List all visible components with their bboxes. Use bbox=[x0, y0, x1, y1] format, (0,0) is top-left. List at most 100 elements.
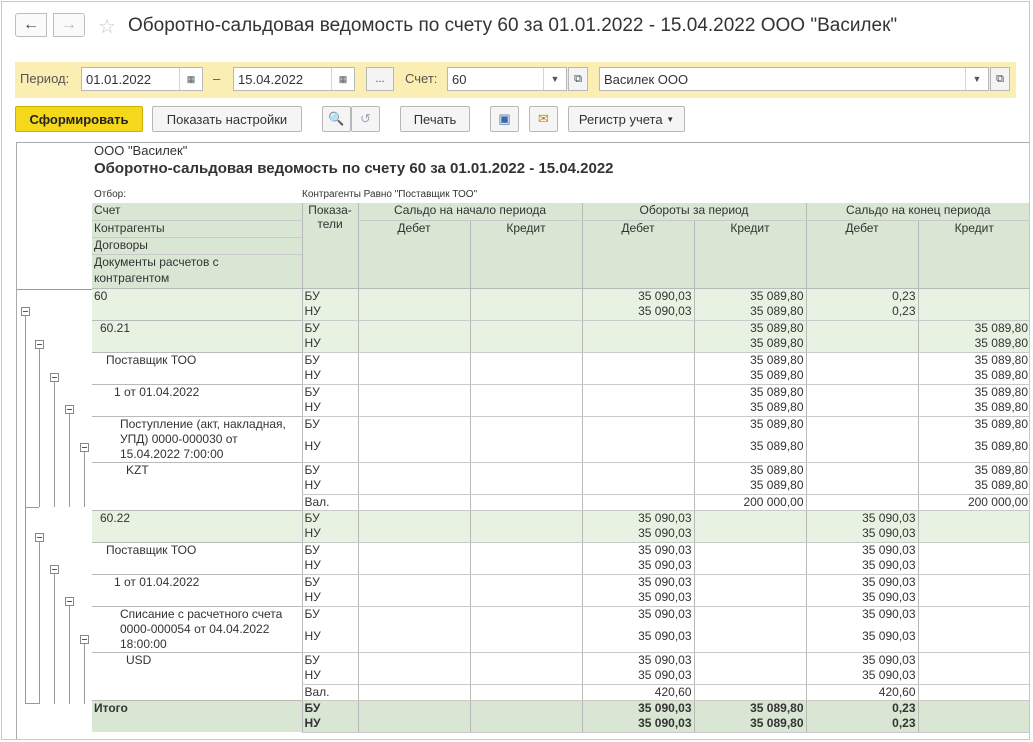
value-cell: 35 090,03 bbox=[581, 605, 694, 629]
collapse-group-icon[interactable] bbox=[50, 565, 59, 574]
indicator-cell: НУ bbox=[301, 716, 358, 733]
indicator-cell: НУ bbox=[301, 400, 358, 417]
value-cell bbox=[469, 319, 582, 336]
generate-button[interactable]: Сформировать bbox=[15, 106, 143, 132]
value-cell bbox=[357, 629, 470, 653]
indicator-cell: БУ bbox=[301, 699, 358, 716]
search-icon[interactable]: 🔍 bbox=[322, 106, 351, 132]
value-cell: 35 089,80 bbox=[917, 478, 1029, 495]
account-field[interactable]: 60 ▼ bbox=[447, 67, 567, 91]
value-cell bbox=[581, 383, 694, 400]
collapse-group-icon[interactable] bbox=[21, 307, 30, 316]
open-account-icon[interactable]: ⧉ bbox=[568, 67, 588, 91]
indicator-cell: НУ bbox=[301, 368, 358, 385]
row-name: 60 bbox=[92, 287, 302, 320]
tree-line bbox=[17, 289, 92, 290]
value-cell: 35 089,80 bbox=[693, 461, 806, 478]
organization-field[interactable]: Василек ООО ▼ bbox=[599, 67, 989, 91]
show-settings-button[interactable]: Показать настройки bbox=[152, 106, 302, 132]
value-cell bbox=[357, 400, 470, 417]
value-cell bbox=[581, 319, 694, 336]
collapse-group-icon[interactable] bbox=[80, 635, 89, 644]
value-cell: 200 000,00 bbox=[917, 494, 1029, 511]
open-organization-icon[interactable]: ⧉ bbox=[990, 67, 1010, 91]
value-cell: 35 090,03 bbox=[581, 699, 694, 716]
collapse-group-icon[interactable] bbox=[50, 373, 59, 382]
header-account: Счет bbox=[92, 203, 302, 221]
report-spreadsheet[interactable]: ООО "Василек" Оборотно-сальдовая ведомост… bbox=[16, 142, 1029, 739]
header-contracts: Договоры bbox=[92, 237, 302, 255]
value-cell: 35 089,80 bbox=[693, 439, 806, 463]
value-cell bbox=[805, 368, 918, 385]
collapse-group-icon[interactable] bbox=[65, 597, 74, 606]
print-button[interactable]: Печать bbox=[400, 106, 470, 132]
date-from-field[interactable]: 01.01.2022 ▦ bbox=[81, 67, 203, 91]
indicator-cell: БУ bbox=[301, 651, 358, 668]
value-cell bbox=[469, 461, 582, 478]
value-cell bbox=[805, 351, 918, 368]
filter-value: Контрагенты Равно "Поставщик ТОО" bbox=[302, 188, 478, 200]
value-cell: 35 089,80 bbox=[693, 319, 806, 336]
value-cell: 0,23 bbox=[805, 699, 918, 716]
value-cell bbox=[469, 368, 582, 385]
value-cell bbox=[469, 629, 582, 653]
value-cell: 35 090,03 bbox=[581, 526, 694, 543]
value-cell bbox=[469, 304, 582, 321]
calendar-icon[interactable]: ▦ bbox=[179, 68, 202, 90]
value-cell bbox=[805, 319, 918, 336]
tree-line bbox=[39, 349, 40, 507]
value-cell: 200 000,00 bbox=[693, 494, 806, 511]
indicator-cell: БУ bbox=[301, 461, 358, 478]
period-label: Период: bbox=[20, 71, 70, 86]
favorite-star-icon[interactable]: ☆ bbox=[98, 14, 116, 39]
chevron-down-icon[interactable]: ▼ bbox=[543, 68, 566, 90]
indicator-cell: НУ bbox=[301, 668, 358, 685]
search-clear-icon[interactable]: ↺ bbox=[351, 106, 380, 132]
value-cell: 35 090,03 bbox=[581, 716, 694, 733]
back-button[interactable]: ← bbox=[15, 13, 47, 37]
value-cell: 35 090,03 bbox=[805, 509, 918, 526]
indicator-cell: НУ bbox=[301, 478, 358, 495]
value-cell: 35 090,03 bbox=[581, 558, 694, 575]
value-cell bbox=[693, 684, 806, 701]
period-select-button[interactable]: ... bbox=[366, 67, 394, 91]
header-credit: Кредит bbox=[693, 220, 806, 288]
tree-line bbox=[25, 703, 39, 704]
date-to-field[interactable]: 15.04.2022 ▦ bbox=[233, 67, 355, 91]
calendar-icon[interactable]: ▦ bbox=[331, 68, 354, 90]
value-cell bbox=[917, 526, 1029, 543]
value-cell: 35 090,03 bbox=[805, 558, 918, 575]
collapse-group-icon[interactable] bbox=[65, 405, 74, 414]
tree-line bbox=[54, 382, 55, 507]
value-cell bbox=[469, 287, 582, 304]
header-documents-cont: контрагентом bbox=[92, 271, 302, 288]
save-icon[interactable]: ▣ bbox=[490, 106, 519, 132]
email-icon[interactable]: ✉ bbox=[529, 106, 558, 132]
forward-button[interactable]: → bbox=[53, 13, 85, 37]
collapse-group-icon[interactable] bbox=[35, 340, 44, 349]
value-cell bbox=[357, 368, 470, 385]
value-cell: 420,60 bbox=[805, 684, 918, 701]
value-cell bbox=[469, 651, 582, 668]
value-cell bbox=[805, 415, 918, 439]
value-cell bbox=[357, 605, 470, 629]
header-indicators: Показа-тели bbox=[301, 203, 358, 288]
collapse-group-icon[interactable] bbox=[35, 533, 44, 542]
indicator-cell: НУ bbox=[301, 304, 358, 321]
value-cell: 35 090,03 bbox=[805, 526, 918, 543]
value-cell: 35 090,03 bbox=[805, 590, 918, 607]
value-cell bbox=[469, 415, 582, 439]
value-cell bbox=[469, 716, 582, 733]
value-cell bbox=[469, 439, 582, 463]
row-name: 1 от 01.04.2022 bbox=[92, 573, 302, 606]
value-cell: 35 089,80 bbox=[917, 368, 1029, 385]
header-turnover: Обороты за период bbox=[581, 203, 806, 221]
chevron-down-icon[interactable]: ▼ bbox=[965, 68, 988, 90]
collapse-group-icon[interactable] bbox=[80, 443, 89, 452]
value-cell bbox=[917, 699, 1029, 716]
value-cell bbox=[469, 541, 582, 558]
report-table: ООО "Василек" Оборотно-сальдовая ведомост… bbox=[92, 143, 1029, 733]
indicator-cell: Вал. bbox=[301, 684, 358, 701]
register-button[interactable]: Регистр учета ▼ bbox=[568, 106, 685, 132]
value-cell bbox=[357, 461, 470, 478]
